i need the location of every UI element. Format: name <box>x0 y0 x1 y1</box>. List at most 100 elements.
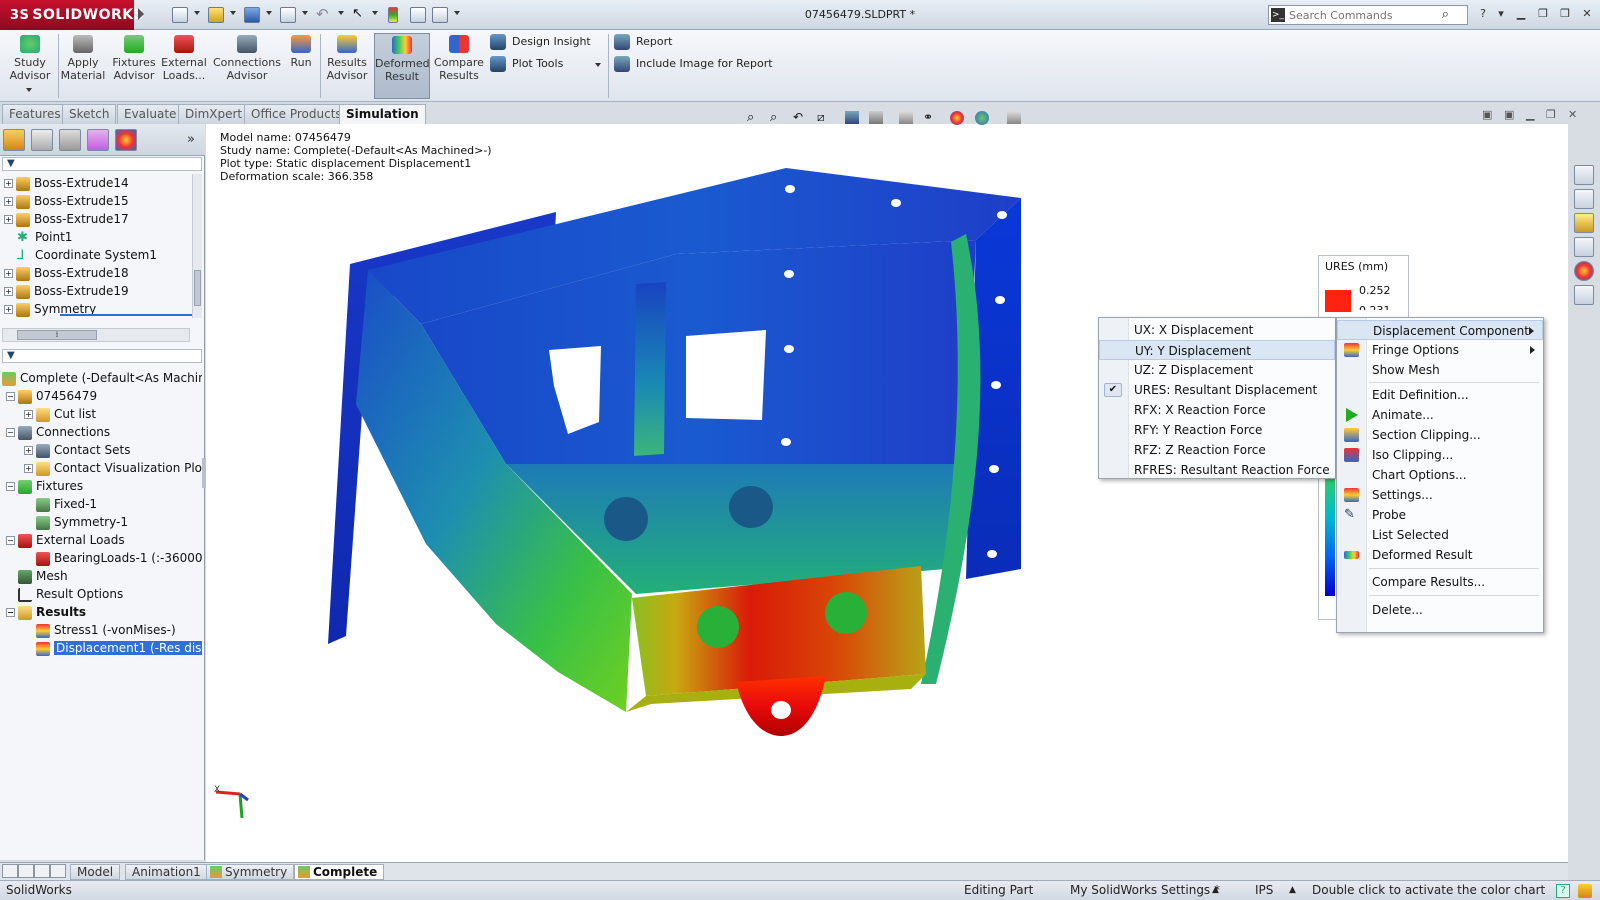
section-view-icon[interactable]: ⧄ <box>817 110 825 125</box>
file-explorer-icon[interactable] <box>1574 213 1594 233</box>
tree-item-study[interactable]: Complete (-Default<As Machined> <box>2 369 202 387</box>
tab-complete[interactable]: Complete <box>294 864 385 880</box>
expand-icon[interactable]: + <box>4 215 13 224</box>
custom-properties-icon[interactable] <box>1574 285 1594 305</box>
minimize-icon[interactable]: ▁ <box>1526 108 1534 121</box>
feature-manager-tab-icon[interactable] <box>3 129 25 151</box>
split-view-icon[interactable]: ▣ <box>1482 108 1492 121</box>
next-tab-icon[interactable] <box>34 864 50 878</box>
menu-item-deformed-result[interactable]: Deformed Result <box>1337 545 1543 565</box>
search-box[interactable]: >_ ⌕ <box>1268 5 1468 25</box>
study-filter-bar[interactable]: ▼ <box>2 349 202 363</box>
menu-item-rfy[interactable]: RFY: Y Reaction Force <box>1099 420 1335 440</box>
undo-icon[interactable]: ↶ <box>316 7 332 23</box>
home-icon[interactable] <box>1574 165 1594 185</box>
tree-item[interactable]: + Contact Sets <box>2 441 202 459</box>
chevron-down-icon[interactable] <box>230 11 236 15</box>
collapse-icon[interactable]: − <box>6 608 15 617</box>
previous-tab-icon[interactable] <box>18 864 34 878</box>
tab-sketch[interactable]: Sketch <box>62 104 117 124</box>
view-palette-icon[interactable] <box>1574 237 1594 257</box>
expand-icon[interactable]: + <box>4 305 13 314</box>
collapse-icon[interactable]: − <box>6 392 15 401</box>
menu-item-section-clipping[interactable]: Section Clipping... <box>1337 425 1543 445</box>
expand-icon[interactable]: + <box>4 179 13 188</box>
expand-icon[interactable]: + <box>4 197 13 206</box>
plot-tools-button[interactable]: Plot Tools <box>490 54 600 74</box>
tab-dimxpert[interactable]: DimXpert <box>178 104 250 124</box>
tab-features[interactable]: Features <box>2 104 68 124</box>
close-icon[interactable]: ✕ <box>1580 7 1594 21</box>
chevron-down-icon[interactable] <box>302 11 308 15</box>
appearances-icon[interactable] <box>1574 261 1594 281</box>
tree-item[interactable]: Fixed-1 <box>2 495 202 513</box>
menu-item-show-mesh[interactable]: Show Mesh <box>1337 360 1543 380</box>
tree-item[interactable]: − Connections <box>2 423 202 441</box>
menu-item-compare-results[interactable]: Compare Results... <box>1337 572 1543 592</box>
edit-appearance-icon[interactable]: ⚭ <box>923 110 933 124</box>
menu-item-rfres[interactable]: RFRES: Resultant Reaction Force <box>1099 460 1335 480</box>
display-manager-tab-icon[interactable] <box>115 129 137 151</box>
tree-item[interactable]: + Contact Visualization Plots <box>2 459 202 477</box>
connections-advisor-button[interactable]: Connections Advisor <box>212 33 282 99</box>
print-icon[interactable] <box>280 7 296 23</box>
view-settings-icon[interactable] <box>975 111 989 125</box>
select-cursor-icon[interactable]: ↖ <box>352 7 368 23</box>
tree-item[interactable]: + Cut list <box>2 405 202 423</box>
help-icon[interactable]: ? <box>1556 884 1570 898</box>
scrollbar-thumb[interactable]: ⁞ <box>17 330 97 340</box>
tree-item[interactable]: − External Loads <box>2 531 202 549</box>
menu-expand-arrow-icon[interactable] <box>138 8 144 20</box>
deformed-result-button[interactable]: Deformed Result <box>374 33 430 99</box>
report-button[interactable]: Report <box>614 32 734 52</box>
vertical-scrollbar[interactable] <box>192 174 202 318</box>
tree-item[interactable]: −07456479 <box>2 387 202 405</box>
split-view-icon[interactable]: ▣ <box>1504 108 1514 121</box>
tree-item[interactable]: + Boss-Extrude18 <box>4 264 190 282</box>
tree-item[interactable]: BearingLoads-1 (:-36000 lbf <box>2 549 202 567</box>
results-advisor-button[interactable]: Results Advisor <box>324 33 370 99</box>
property-manager-tab-icon[interactable] <box>31 129 53 151</box>
dimxpert-manager-tab-icon[interactable] <box>87 129 109 151</box>
zoom-to-area-icon[interactable]: ⌕ <box>770 110 777 125</box>
tab-animation1[interactable]: Animation1 <box>125 864 208 880</box>
chevron-down-icon[interactable] <box>454 11 460 15</box>
configuration-manager-tab-icon[interactable] <box>59 129 81 151</box>
menu-item-ux[interactable]: UX: X Displacement <box>1099 320 1335 340</box>
display-pane-icon[interactable] <box>1007 111 1021 124</box>
help-icon[interactable]: ? <box>1476 7 1490 21</box>
minimize-icon[interactable]: ▁ <box>1514 7 1528 21</box>
fixtures-advisor-button[interactable]: Fixtures Advisor <box>110 33 158 99</box>
tree-item[interactable]: Stress1 (-vonMises-) <box>2 621 202 639</box>
tree-item[interactable]: ⅃ Coordinate System1 <box>4 246 190 264</box>
tree-item[interactable]: Result Options <box>2 585 202 603</box>
file-properties-icon[interactable] <box>410 7 426 23</box>
compare-results-button[interactable]: Compare Results <box>434 33 484 99</box>
view-orientation-icon[interactable] <box>845 111 859 124</box>
chevron-down-icon[interactable] <box>266 11 272 15</box>
tree-item-selected[interactable]: Displacement1 (-Res disp- <box>2 639 202 657</box>
menu-item-edit-definition[interactable]: Edit Definition... <box>1337 385 1543 405</box>
tree-item[interactable]: − Fixtures <box>2 477 202 495</box>
tree-item[interactable]: + Boss-Extrude19 <box>4 282 190 300</box>
expand-icon[interactable]: + <box>4 269 13 278</box>
tree-item[interactable]: + Boss-Extrude17 <box>4 210 190 228</box>
menu-item-rfx[interactable]: RFX: X Reaction Force <box>1099 400 1335 420</box>
tree-item[interactable]: + Boss-Extrude15 <box>4 192 190 210</box>
scrollbar-thumb[interactable] <box>194 270 201 306</box>
rollback-bar[interactable] <box>60 314 192 316</box>
chevron-down-icon[interactable]: ▾ <box>1494 7 1508 21</box>
tree-item[interactable]: + Boss-Extrude14 <box>4 174 190 192</box>
menu-item-fringe-options[interactable]: Fringe Options <box>1337 340 1543 360</box>
expand-icon[interactable]: + <box>24 410 33 419</box>
rebuild-icon[interactable] <box>1578 884 1592 898</box>
open-folder-icon[interactable] <box>208 7 224 23</box>
collapse-icon[interactable]: − <box>6 482 15 491</box>
solidworks-logo[interactable]: 3S SOLIDWORKS <box>0 0 144 30</box>
rebuild-traffic-light-icon[interactable] <box>388 7 398 23</box>
menu-item-settings[interactable]: Settings... <box>1337 485 1543 505</box>
menu-item-animate[interactable]: Animate... <box>1337 405 1543 425</box>
restore-icon[interactable]: ❐ <box>1546 108 1556 121</box>
previous-view-icon[interactable]: ↶ <box>793 110 803 124</box>
tab-evaluate[interactable]: Evaluate <box>117 104 184 124</box>
